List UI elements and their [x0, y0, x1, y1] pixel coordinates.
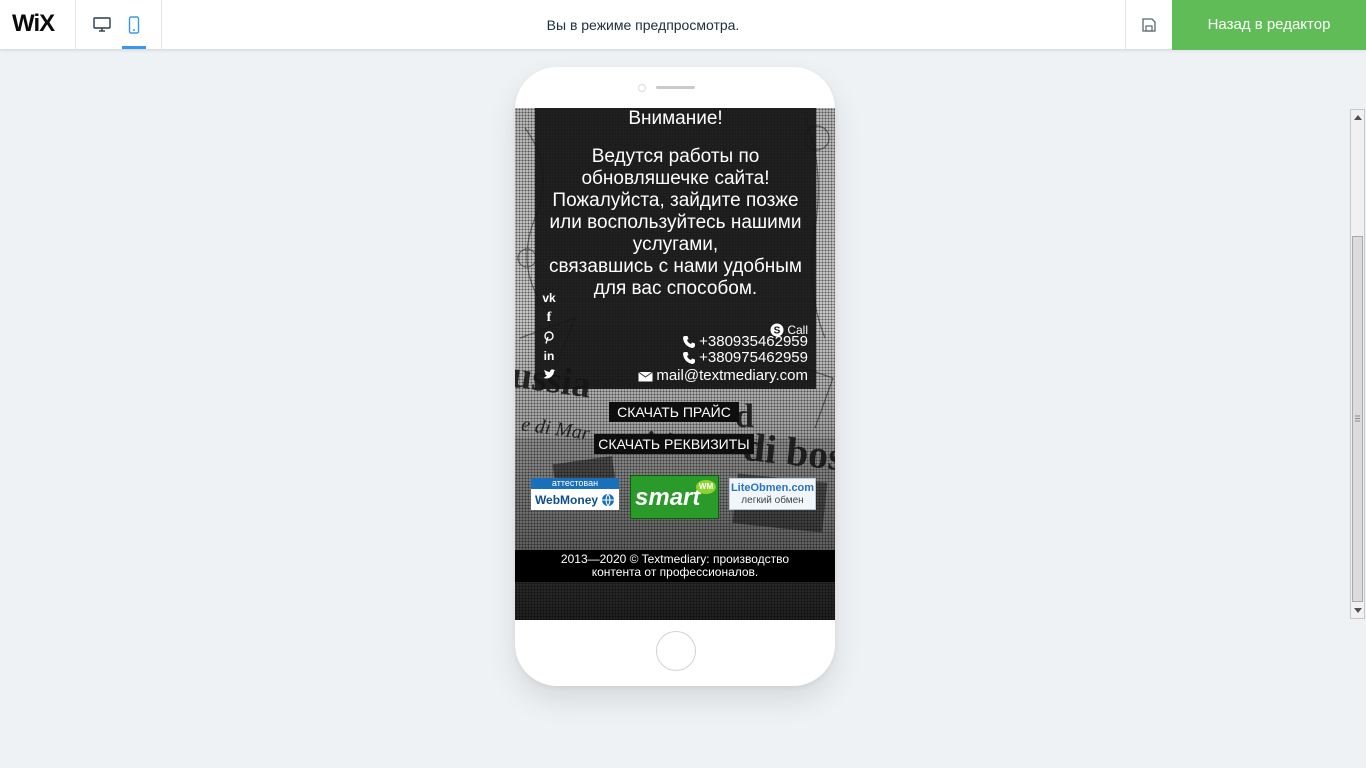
save-icon: [1142, 17, 1156, 32]
phone-icon: [683, 352, 696, 364]
phone-1-text: +380935462959: [699, 333, 808, 350]
smart-badge-wm: WM: [696, 480, 716, 494]
save-button[interactable]: [1126, 0, 1172, 49]
notice-line: Пожалуйста, зайдите позже: [552, 190, 799, 211]
preview-scrollbar[interactable]: [1350, 109, 1365, 619]
globe-icon: [602, 493, 615, 507]
phone-camera: [638, 84, 646, 92]
scroll-thumb[interactable]: [1352, 236, 1363, 602]
scroll-down-arrow[interactable]: [1351, 603, 1364, 618]
site-footer: 2013—2020 © Textmediary: производство ко…: [515, 550, 835, 582]
phone-icon: [683, 336, 696, 348]
twitter-glyph: [543, 368, 555, 378]
smart-badge-text: smart: [635, 484, 701, 511]
smart-wm-badge[interactable]: smart WM: [630, 475, 719, 519]
mobile-site-screen[interactable]: ussia di bos e di Mar ssista d Внимание!…: [515, 108, 835, 620]
email-link[interactable]: mail@textmediary.com: [638, 368, 808, 384]
linkedin-icon[interactable]: in: [540, 348, 558, 364]
notice-title: Внимание!: [628, 108, 723, 129]
phone-home-button[interactable]: [656, 631, 696, 671]
liteobmen-badge-top: LiteObmen.com: [730, 482, 815, 494]
facebook-icon[interactable]: f: [540, 310, 558, 326]
notice-line: для вас способом.: [593, 278, 758, 299]
scroll-up-arrow[interactable]: [1351, 110, 1364, 125]
vk-icon[interactable]: vk: [540, 290, 558, 306]
liteobmen-badge-bottom: легкий обмен: [741, 495, 804, 506]
webmoney-badge-bottom: WebMoney: [534, 492, 599, 507]
phone-1-link[interactable]: +380935462959: [682, 334, 808, 350]
download-requisites-button[interactable]: СКАЧАТЬ РЕКВИЗИТЫ: [594, 434, 754, 454]
webmoney-attested-badge[interactable]: аттестован WebMoney: [531, 478, 619, 510]
mail-icon: [638, 371, 654, 382]
arrow-down-icon: [1353, 608, 1362, 613]
phone-2-link[interactable]: +380975462959: [682, 350, 808, 366]
maintenance-notice: Внимание! Ведутся работы по обновляшечке…: [535, 108, 816, 389]
email-text: mail@textmediary.com: [656, 367, 808, 384]
phone-2-text: +380975462959: [699, 349, 808, 366]
notice-line: обновляшечке сайта!: [581, 168, 770, 189]
notice-line: или воспользуйтесь нашими: [549, 212, 802, 233]
notice-line: связавшись с нами удобным: [549, 256, 802, 277]
phone-speaker: [656, 86, 695, 89]
grip-icon: [1355, 415, 1360, 422]
twitter-icon[interactable]: [540, 366, 558, 382]
footer-line: контента от профессионалов.: [591, 565, 759, 579]
arrow-up-icon: [1353, 115, 1362, 120]
download-price-button[interactable]: СКАЧАТЬ ПРАЙС: [609, 402, 739, 422]
notice-line: услугами,: [632, 234, 719, 255]
notice-body: Ведутся работы по обновляшечке сайта! По…: [535, 146, 816, 300]
pinterest-icon[interactable]: [540, 329, 558, 345]
pinterest-glyph: [544, 330, 554, 344]
preview-mode-message: Вы в режиме предпросмотра.: [546, 17, 740, 33]
notice-line: Ведутся работы по: [591, 146, 760, 167]
webmoney-badge-top: аттестован: [531, 478, 619, 489]
liteobmen-badge[interactable]: LiteObmen.com легкий обмен: [729, 478, 816, 510]
preview-topbar: WiX Вы в режиме предпросмотра. Назад в р…: [0, 0, 1366, 50]
back-to-editor-button[interactable]: Назад в редактор: [1172, 0, 1366, 50]
